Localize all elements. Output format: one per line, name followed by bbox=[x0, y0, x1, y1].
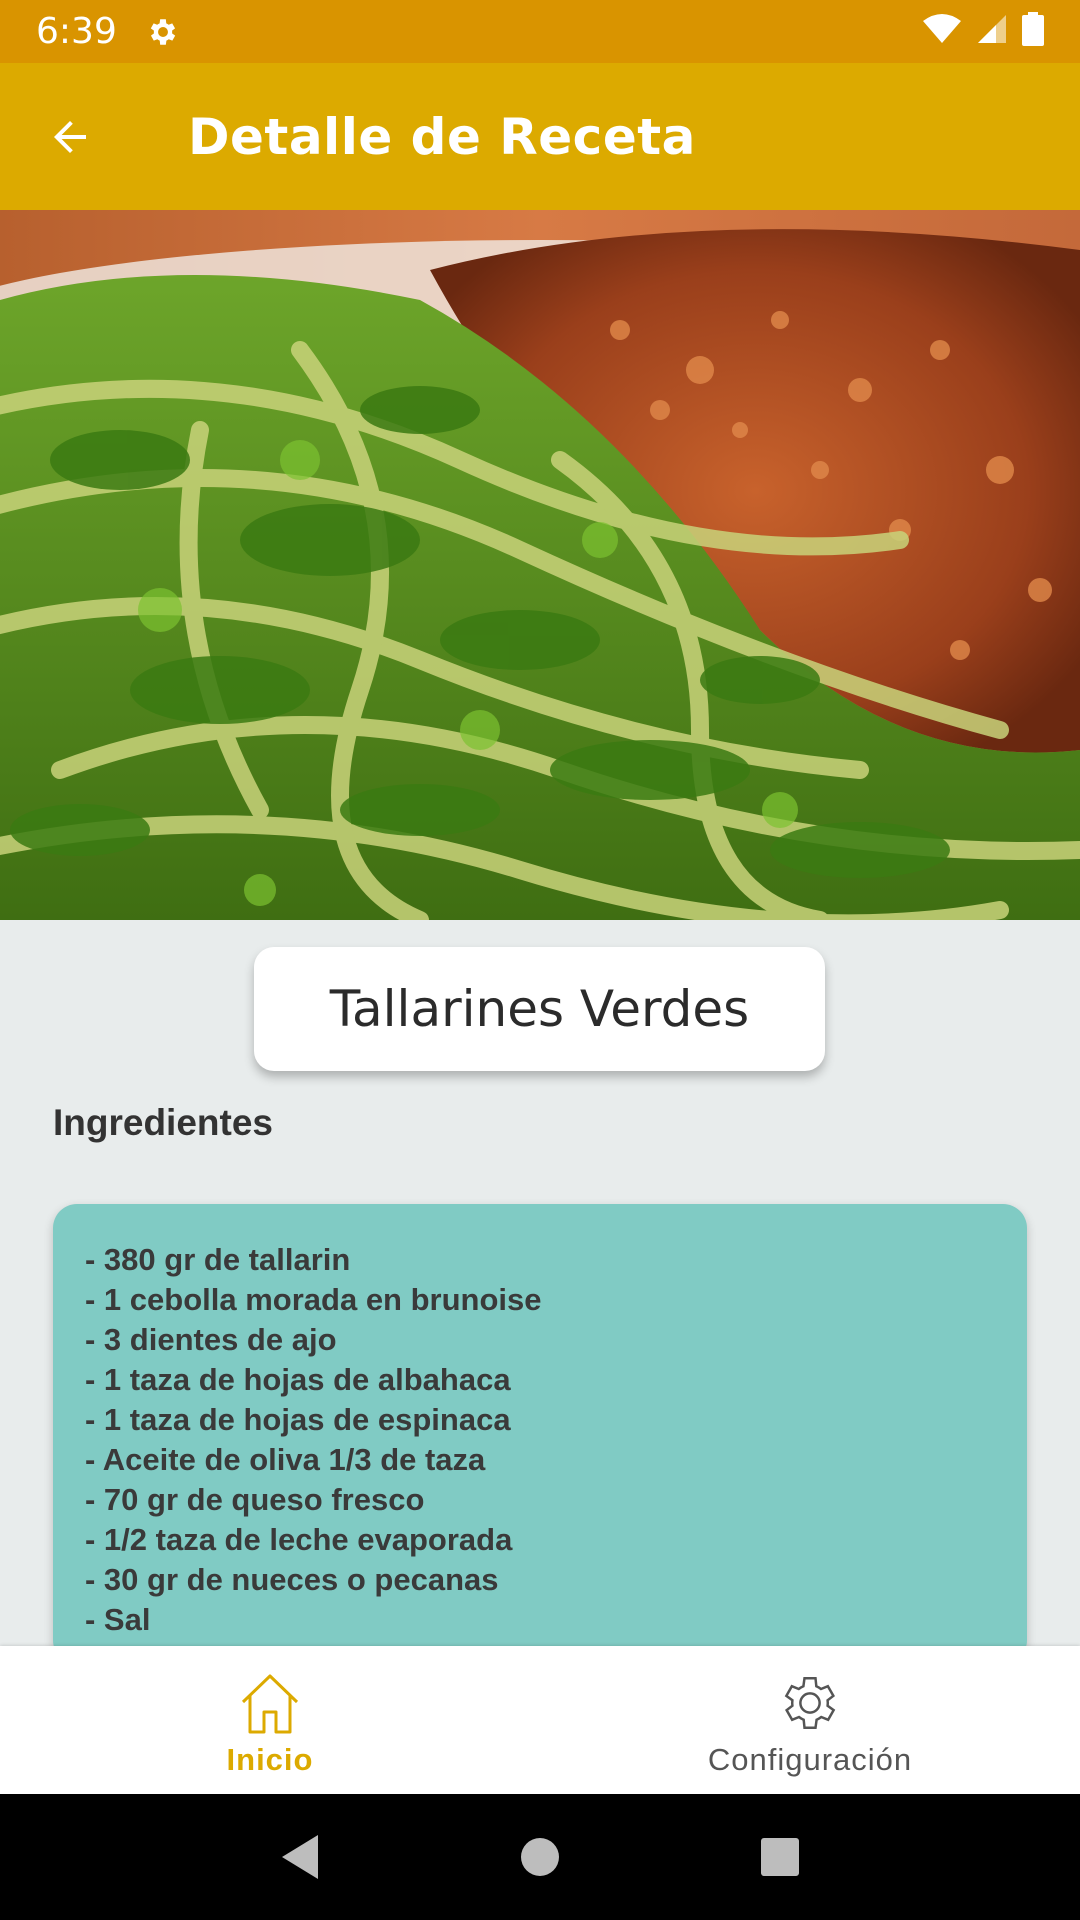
ingredient-item: - 1 cebolla morada en brunoise bbox=[85, 1282, 542, 1317]
ingredients-heading: Ingredientes bbox=[53, 1102, 273, 1143]
recipe-title: Tallarines Verdes bbox=[329, 980, 750, 1038]
ingredient-item: - 30 gr de nueces o pecanas bbox=[85, 1562, 499, 1597]
arrow-left-icon bbox=[54, 120, 86, 153]
ingredient-item: - 1 taza de hojas de espinaca bbox=[85, 1402, 511, 1437]
recipe-image bbox=[0, 210, 1080, 920]
settings-notification-icon bbox=[145, 14, 181, 50]
nav-item-inicio[interactable]: Inicio bbox=[0, 1646, 540, 1794]
page-title: Detalle de Receta bbox=[188, 107, 696, 166]
system-home-button[interactable] bbox=[500, 1817, 580, 1897]
app-bar: Detalle de Receta bbox=[0, 63, 1080, 210]
status-time: 6:39 bbox=[36, 11, 117, 52]
gear-icon bbox=[784, 1677, 836, 1729]
status-bar: 6:39 bbox=[0, 0, 1080, 63]
nav-label-inicio: Inicio bbox=[226, 1742, 314, 1777]
recipe-title-card: Tallarines Verdes bbox=[254, 947, 825, 1071]
nav-item-configuracion[interactable]: Configuración bbox=[540, 1646, 1080, 1794]
battery-icon bbox=[1022, 12, 1044, 51]
system-recents-button[interactable] bbox=[740, 1817, 820, 1897]
nav-label-configuracion: Configuración bbox=[707, 1742, 913, 1777]
signal-icon bbox=[976, 13, 1008, 50]
ingredient-item: - 380 gr de tallarin bbox=[85, 1242, 351, 1277]
ingredient-item: - 1/2 taza de leche evaporada bbox=[85, 1522, 513, 1557]
system-back-button[interactable] bbox=[260, 1817, 340, 1897]
ingredients-card: - 380 gr de tallarin - 1 cebolla morada … bbox=[53, 1204, 1027, 1664]
home-icon bbox=[241, 1674, 299, 1734]
ingredient-item: - Sal bbox=[85, 1602, 151, 1637]
bottom-navigation: Inicio Configuración bbox=[0, 1646, 1080, 1794]
ingredient-item: - 3 dientes de ajo bbox=[85, 1322, 337, 1357]
square-recents-icon bbox=[761, 1838, 799, 1876]
ingredient-item: - Aceite de oliva 1/3 de taza bbox=[85, 1442, 486, 1477]
back-button[interactable] bbox=[30, 97, 110, 177]
triangle-back-icon bbox=[282, 1835, 318, 1879]
system-navigation-bar bbox=[0, 1794, 1080, 1920]
ingredient-item: - 1 taza de hojas de albahaca bbox=[85, 1362, 511, 1397]
wifi-icon bbox=[922, 13, 962, 50]
ingredient-item: - 70 gr de queso fresco bbox=[85, 1482, 425, 1517]
circle-home-icon bbox=[521, 1838, 559, 1876]
